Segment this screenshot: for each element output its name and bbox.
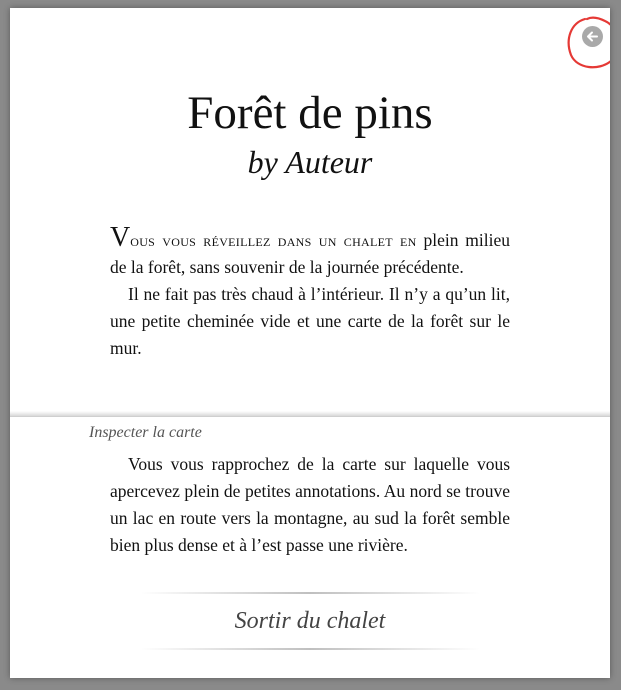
paragraph: Vous vous rapprochez de la carte sur laq… [110,454,510,555]
story-page: Forêt de pins by Auteur Vous vous réveil… [10,8,610,678]
rewind-button[interactable] [582,26,603,47]
paragraph: Vous vous réveillez dans un chalet en pl… [110,224,510,281]
passage-intro: Vous vous réveillez dans un chalet en pl… [110,224,510,362]
arrow-left-circle-icon [587,31,598,42]
story-title: Forêt de pins [187,87,433,139]
paragraph: Il ne fait pas très chaud à l’intérieur.… [110,284,510,358]
small-caps-lead: ous vous réveillez dans un chalet en [130,230,417,250]
chosen-option-label: Inspecter la carte [89,424,202,441]
choice-sortir-du-chalet[interactable]: Sortir du chalet [140,594,480,648]
choice-list: Sortir du chalet [140,592,480,650]
choice-divider [140,648,480,650]
passage-map: Vous vous rapprochez de la carte sur laq… [110,451,510,559]
drop-cap: V [110,222,131,253]
story-byline: by Auteur [247,144,373,180]
section-divider [10,411,610,417]
